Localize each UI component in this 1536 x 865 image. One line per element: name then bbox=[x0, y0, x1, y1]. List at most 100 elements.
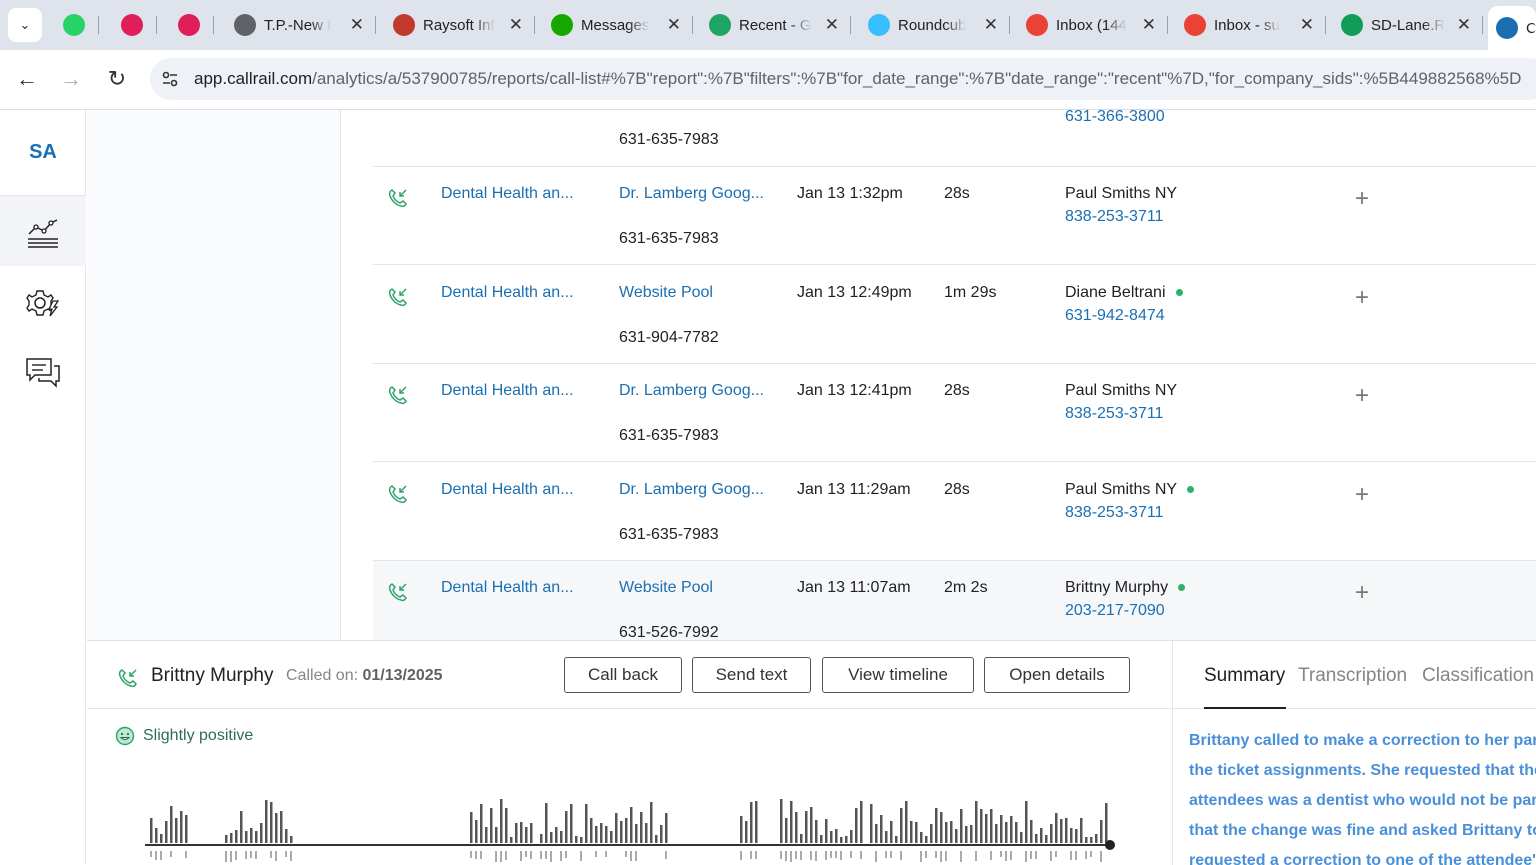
site-info-button[interactable] bbox=[150, 58, 190, 100]
call-detail-header: Brittny Murphy Called on: 01/13/2025 Cal… bbox=[87, 641, 1172, 709]
call-row[interactable]: Dental Health an... Dr. Lamberg Goog... 63… bbox=[373, 364, 1536, 462]
playhead-handle[interactable] bbox=[1105, 840, 1115, 850]
source-link[interactable]: Website Pool bbox=[619, 284, 713, 302]
call-back-button[interactable]: Call back bbox=[564, 657, 682, 693]
call-row[interactable]: Dental Health an... Dr. Lamberg Goog... 63… bbox=[373, 167, 1536, 265]
add-tag-button[interactable]: + bbox=[1355, 284, 1369, 312]
waveform-bar bbox=[590, 818, 593, 843]
waveform-bar bbox=[745, 821, 748, 843]
tab-title: Inbox - su bbox=[1214, 16, 1280, 34]
sentiment-label: Slightly positive bbox=[143, 727, 254, 744]
waveform-bar bbox=[525, 851, 527, 857]
waveform-bar bbox=[945, 822, 948, 843]
close-tab-icon[interactable]: ✕ bbox=[509, 15, 523, 35]
reload-button[interactable]: ↻ bbox=[102, 64, 132, 94]
waveform-bar bbox=[285, 829, 288, 843]
back-button[interactable]: ← bbox=[12, 64, 42, 94]
open-details-button[interactable]: Open details bbox=[984, 657, 1130, 693]
call-row[interactable]: Dental Health an... Dr. Lamberg Goog... 63… bbox=[373, 463, 1536, 561]
waveform-bar bbox=[650, 802, 653, 843]
waveform-bar bbox=[1090, 837, 1093, 843]
browser-tab[interactable]: T.P.-New t ✕ bbox=[226, 6, 372, 44]
waveform-bar bbox=[255, 851, 257, 859]
send-text-button[interactable]: Send text bbox=[692, 657, 811, 693]
close-tab-icon[interactable]: ✕ bbox=[1142, 15, 1156, 35]
call-waveform[interactable] bbox=[145, 779, 1117, 865]
browser-tab[interactable]: C bbox=[1488, 6, 1536, 50]
forward-button[interactable]: → bbox=[56, 64, 86, 94]
waveform-bar bbox=[960, 809, 963, 843]
close-tab-icon[interactable]: ✕ bbox=[1457, 15, 1471, 35]
tab-search-button[interactable]: ⌄ bbox=[8, 8, 42, 42]
tab-transcription[interactable]: Transcription bbox=[1298, 665, 1407, 687]
caller-phone-link[interactable]: 838-253-3711 bbox=[1065, 405, 1163, 423]
waveform-bar bbox=[940, 812, 943, 843]
caller-phone-link[interactable]: 838-253-3711 bbox=[1065, 504, 1163, 522]
caller-phone-link[interactable]: 203-217-7090 bbox=[1065, 602, 1165, 620]
close-tab-icon[interactable]: ✕ bbox=[667, 15, 681, 35]
account-link[interactable]: Dental Health an... bbox=[441, 481, 574, 499]
add-tag-button[interactable]: + bbox=[1355, 481, 1369, 509]
caller-phone-link[interactable]: 631-942-8474 bbox=[1065, 307, 1165, 325]
source-link[interactable]: Dr. Lamberg Goog... bbox=[619, 382, 764, 400]
waveform-bar bbox=[175, 818, 178, 843]
waveform-bar bbox=[1090, 851, 1092, 857]
nav-analytics[interactable] bbox=[0, 196, 86, 266]
tab-classification[interactable]: Classification bbox=[1422, 665, 1534, 687]
callrail-icon bbox=[1496, 17, 1518, 39]
browser-tab[interactable]: Recent - G ✕ bbox=[701, 6, 847, 44]
browser-tab[interactable]: Inbox (144 ✕ bbox=[1018, 6, 1164, 44]
caller-info: Paul Smiths NY bbox=[1065, 185, 1177, 203]
caller-phone-link[interactable]: 838-253-3711 bbox=[1065, 208, 1163, 226]
browser-tab[interactable] bbox=[170, 6, 210, 44]
browser-tab[interactable] bbox=[55, 6, 95, 44]
browser-tab[interactable]: SD-Lane.R ✕ bbox=[1333, 6, 1479, 44]
call-row[interactable]: Dental Health an... Website Pool 631-526-7… bbox=[373, 561, 1536, 640]
waveform-bar bbox=[290, 851, 292, 861]
account-switcher[interactable]: SA bbox=[0, 110, 86, 196]
waveform-bar bbox=[950, 821, 953, 843]
nav-settings[interactable] bbox=[0, 268, 86, 338]
summary-line: that the change was fine and asked Britt… bbox=[1189, 822, 1536, 839]
tab-separator bbox=[156, 16, 157, 34]
address-bar[interactable]: app.callrail.com/analytics/a/537900785/r… bbox=[150, 58, 1536, 100]
close-tab-icon[interactable]: ✕ bbox=[825, 15, 839, 35]
waveform-bar bbox=[1095, 834, 1098, 843]
source-link[interactable]: Dr. Lamberg Goog... bbox=[619, 185, 764, 203]
waveform-bar bbox=[610, 831, 613, 843]
account-link[interactable]: Dental Health an... bbox=[441, 284, 574, 302]
browser-tab[interactable] bbox=[113, 6, 153, 44]
waveform-bar bbox=[955, 829, 958, 843]
tab-summary[interactable]: Summary bbox=[1204, 665, 1285, 687]
waveform-bar bbox=[825, 851, 827, 860]
close-tab-icon[interactable]: ✕ bbox=[984, 15, 998, 35]
chevron-down-icon: ⌄ bbox=[19, 17, 31, 32]
browser-tab[interactable]: Raysoft Inf ✕ bbox=[385, 6, 531, 44]
caller-phone-link[interactable]: 631-366-3800 bbox=[1065, 110, 1165, 126]
add-tag-button[interactable]: + bbox=[1355, 185, 1369, 213]
browser-tab[interactable]: Messages ✕ bbox=[543, 6, 689, 44]
slack-icon bbox=[178, 14, 200, 36]
account-link[interactable]: Dental Health an... bbox=[441, 185, 574, 203]
view-timeline-button[interactable]: View timeline bbox=[822, 657, 974, 693]
add-tag-button[interactable]: + bbox=[1355, 382, 1369, 410]
source-link[interactable]: Website Pool bbox=[619, 579, 713, 597]
call-row[interactable]: Dental Health an... Website Pool 631-904-7… bbox=[373, 266, 1536, 364]
close-tab-icon[interactable]: ✕ bbox=[350, 15, 364, 35]
waveform-bar bbox=[870, 804, 873, 843]
browser-tab[interactable]: Inbox - su ✕ bbox=[1176, 6, 1322, 44]
account-link[interactable]: Dental Health an... bbox=[441, 382, 574, 400]
waveform-bar bbox=[270, 802, 273, 843]
waveform-bar bbox=[800, 834, 803, 843]
source-link[interactable]: Dr. Lamberg Goog... bbox=[619, 481, 764, 499]
waveform-bar bbox=[500, 799, 503, 843]
close-tab-icon[interactable]: ✕ bbox=[1300, 15, 1314, 35]
account-link[interactable]: Dental Health an... bbox=[441, 579, 574, 597]
nav-messages[interactable] bbox=[0, 338, 86, 408]
browser-tab[interactable]: Roundcub ✕ bbox=[860, 6, 1006, 44]
waveform-bar bbox=[785, 851, 787, 861]
call-datetime: Jan 13 12:41pm bbox=[797, 382, 912, 399]
status-dot-icon bbox=[1178, 584, 1186, 592]
add-tag-button[interactable]: + bbox=[1355, 579, 1369, 607]
caller-info: Paul Smiths NY bbox=[1065, 382, 1177, 400]
